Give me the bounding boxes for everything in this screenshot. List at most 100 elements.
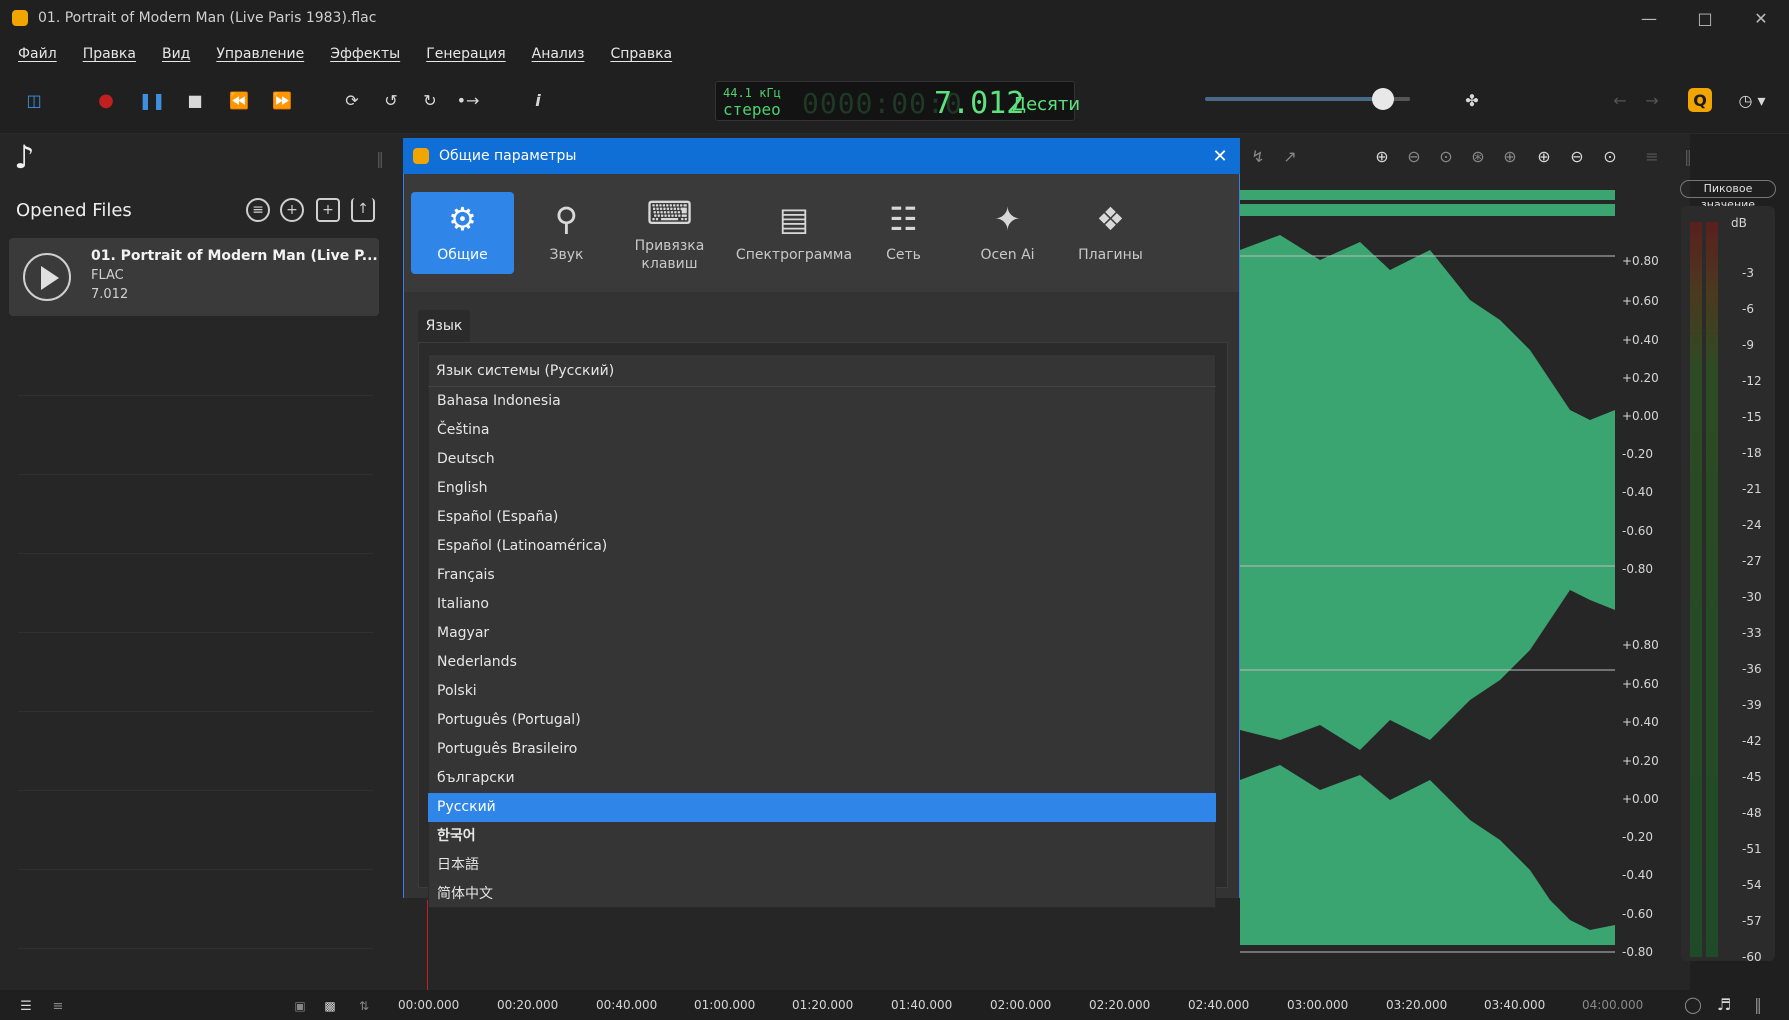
tracks-icon[interactable]: ≡ bbox=[1640, 144, 1664, 168]
db-tick: -57 bbox=[1742, 914, 1762, 928]
close-icon[interactable]: ✕ bbox=[1733, 0, 1789, 36]
loop-region-icon[interactable]: ↻ bbox=[418, 88, 442, 112]
mute-monitor-icon[interactable]: ✤ bbox=[1460, 88, 1484, 112]
menu-analyze[interactable]: Анализ bbox=[532, 46, 585, 62]
tab-plugins[interactable]: ❖ Плагины bbox=[1059, 192, 1162, 274]
language-option[interactable]: Magyar bbox=[428, 619, 1216, 648]
add-icon[interactable]: + bbox=[280, 198, 304, 222]
follow-playhead-icon[interactable]: •→ bbox=[456, 88, 480, 112]
language-option[interactable]: Português Brasileiro bbox=[428, 735, 1216, 764]
menu-effects[interactable]: Эффекты bbox=[330, 46, 400, 62]
tab-network[interactable]: ☷ Сеть bbox=[852, 192, 955, 274]
amplitude-tick: +0.40 bbox=[1622, 333, 1659, 347]
language-option[interactable]: 한국어 bbox=[428, 822, 1216, 851]
menu-help[interactable]: Справка bbox=[610, 46, 672, 62]
tab-label: Общие bbox=[437, 247, 488, 263]
tab-sound[interactable]: ⚲ Звук bbox=[515, 192, 618, 274]
language-option[interactable]: Italiano bbox=[428, 590, 1216, 619]
waveform-splitter-icon[interactable]: ‖ bbox=[1676, 144, 1700, 168]
record-icon[interactable]: ● bbox=[94, 88, 118, 112]
language-option[interactable]: Français bbox=[428, 561, 1216, 590]
app-logo-icon bbox=[12, 10, 28, 26]
ocen-ai-icon[interactable]: Q bbox=[1688, 88, 1712, 112]
undo-icon[interactable]: ← bbox=[1608, 88, 1632, 112]
zoom-full-icon[interactable]: ⊕ bbox=[1498, 144, 1522, 168]
panel-splitter-icon[interactable]: ‖ bbox=[368, 146, 392, 170]
dialog-close-icon[interactable]: ✕ bbox=[1207, 143, 1233, 169]
menu-file[interactable]: Файл bbox=[18, 46, 57, 62]
sync-icon[interactable]: ⇅ bbox=[352, 994, 376, 1018]
peak-mode-button[interactable]: Пиковое значение bbox=[1680, 180, 1776, 211]
puzzle-icon: ❖ bbox=[1096, 200, 1125, 238]
language-select[interactable]: Язык системы (Русский) bbox=[428, 355, 1216, 387]
microphone-icon[interactable]: ◯ bbox=[1681, 992, 1705, 1016]
zoom-vertical-out-icon[interactable]: ⊖ bbox=[1565, 144, 1589, 168]
menu-view[interactable]: Вид bbox=[162, 46, 190, 62]
filter-icon[interactable]: ≡ bbox=[246, 198, 270, 222]
export-icon[interactable]: ↑ bbox=[351, 198, 375, 222]
language-option[interactable]: Español (España) bbox=[428, 503, 1216, 532]
tab-ocen-ai[interactable]: ✦ Ocen Ai bbox=[956, 192, 1059, 274]
compact-view-icon[interactable]: ≡ bbox=[46, 994, 70, 1018]
volume-knob[interactable] bbox=[1372, 88, 1394, 110]
language-option[interactable]: Polski bbox=[428, 677, 1216, 706]
tab-spectrogram[interactable]: ▤ Спектрограмма bbox=[734, 192, 854, 274]
playhead[interactable] bbox=[427, 900, 428, 990]
redo-icon[interactable]: → bbox=[1640, 88, 1664, 112]
meter-bar-right bbox=[1706, 222, 1718, 957]
spectrum-view-icon[interactable]: ▩ bbox=[318, 994, 342, 1018]
zoom-vertical-in-icon[interactable]: ⊕ bbox=[1532, 144, 1556, 168]
window-controls: — □ ✕ bbox=[1621, 0, 1789, 36]
language-option[interactable]: Nederlands bbox=[428, 648, 1216, 677]
tab-general[interactable]: ⚙ Общие bbox=[411, 192, 514, 274]
language-option[interactable]: Bahasa Indonesia bbox=[428, 387, 1216, 416]
zoom-vertical-fit-icon[interactable]: ⊙ bbox=[1598, 144, 1622, 168]
play-file-button[interactable] bbox=[23, 253, 71, 301]
menu-control[interactable]: Управление bbox=[216, 46, 304, 62]
db-tick: -18 bbox=[1742, 446, 1762, 460]
language-section-tab[interactable]: Язык bbox=[418, 310, 470, 342]
waveform-canvas[interactable] bbox=[1240, 180, 1615, 960]
list-view-icon[interactable]: ☰ bbox=[14, 994, 38, 1018]
stop-icon[interactable]: ■ bbox=[183, 88, 207, 112]
menu-generate[interactable]: Генерация bbox=[426, 46, 505, 62]
meter-settings-icon[interactable]: ‖ bbox=[1746, 992, 1770, 1016]
zoom-selection-icon[interactable]: ⊛ bbox=[1466, 144, 1490, 168]
menu-edit[interactable]: Правка bbox=[83, 46, 136, 62]
zoom-fit-icon[interactable]: ⊙ bbox=[1434, 144, 1458, 168]
zoom-in-icon[interactable]: ⊕ bbox=[1370, 144, 1394, 168]
language-option[interactable]: Deutsch bbox=[428, 445, 1216, 474]
language-option[interactable]: English bbox=[428, 474, 1216, 503]
tab-key-bindings[interactable]: ⌨ Привязка клавиш bbox=[618, 192, 721, 274]
info-icon[interactable]: i bbox=[526, 88, 550, 112]
sidebar-toggle-icon[interactable]: ◫ bbox=[22, 88, 46, 112]
minimize-icon[interactable]: — bbox=[1621, 0, 1677, 36]
caption-icon[interactable]: ▣ bbox=[288, 994, 312, 1018]
edit-tool-icon[interactable]: ↯ bbox=[1246, 144, 1270, 168]
db-tick: -60 bbox=[1742, 950, 1762, 964]
maximize-icon[interactable]: □ bbox=[1677, 0, 1733, 36]
time-unit[interactable]: Десяти bbox=[1012, 94, 1080, 115]
rewind-icon[interactable]: ⏪ bbox=[227, 88, 251, 112]
loop-icon[interactable]: ↺ bbox=[379, 88, 403, 112]
language-option[interactable]: Čeština bbox=[428, 416, 1216, 445]
speed-icon[interactable]: ⟳ bbox=[340, 88, 364, 112]
speaker-icon[interactable]: ♬ bbox=[1712, 992, 1736, 1016]
keyboard-icon: ⌨ bbox=[646, 194, 693, 232]
language-option[interactable]: Español (Latinoamérica) bbox=[428, 532, 1216, 561]
amplitude-tick: -0.20 bbox=[1622, 447, 1654, 461]
history-icon[interactable]: ◷ ▾ bbox=[1732, 88, 1772, 112]
language-option[interactable]: Português (Portugal) bbox=[428, 706, 1216, 735]
pause-icon[interactable]: ❚❚ bbox=[139, 88, 166, 112]
duplicate-icon[interactable]: + bbox=[316, 198, 340, 222]
db-tick: -12 bbox=[1742, 374, 1762, 388]
time-tick: 03:20.000 bbox=[1386, 998, 1448, 1012]
amplitude-tick: +0.20 bbox=[1622, 371, 1659, 385]
language-option-selected[interactable]: Русский bbox=[428, 793, 1216, 822]
zoom-out-icon[interactable]: ⊖ bbox=[1402, 144, 1426, 168]
language-option[interactable]: 日本語 bbox=[428, 851, 1216, 880]
language-option[interactable]: български bbox=[428, 764, 1216, 793]
fast-forward-icon[interactable]: ⏩ bbox=[270, 88, 294, 112]
language-option[interactable]: 简体中文 bbox=[428, 880, 1216, 908]
envelope-tool-icon[interactable]: ↗ bbox=[1278, 144, 1302, 168]
